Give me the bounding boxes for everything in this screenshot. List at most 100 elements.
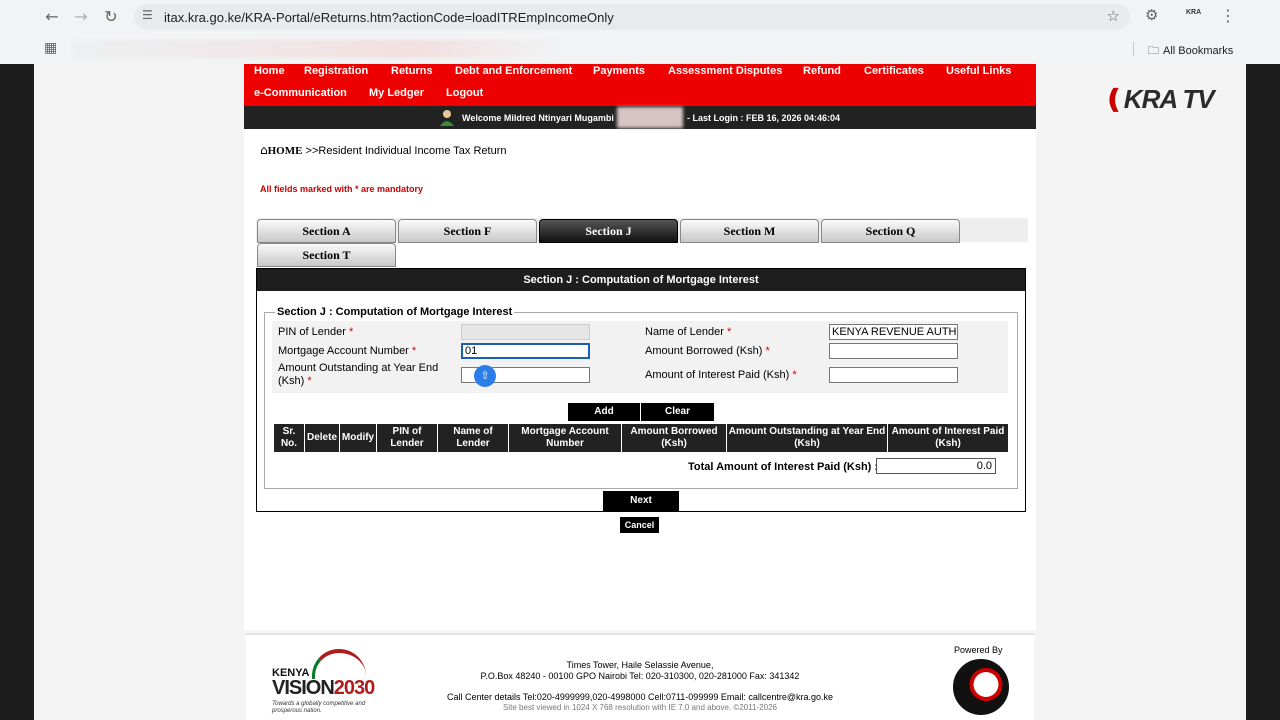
- menu-home[interactable]: Home: [254, 65, 285, 77]
- col-amount-outstanding: Amount Outstanding at Year End (Ksh): [727, 424, 888, 452]
- footer-callcenter: Call Center details Tel:020-4999999,020-…: [446, 692, 834, 702]
- menu-ecommunication[interactable]: e-Communication: [254, 87, 347, 99]
- name-of-lender-label-text: Name of Lender: [645, 326, 724, 338]
- fieldset-legend: Section J : Computation of Mortgage Inte…: [275, 306, 515, 318]
- clear-button[interactable]: Clear: [641, 403, 714, 421]
- section-header: Section J : Computation of Mortgage Inte…: [257, 269, 1025, 291]
- cancel-button[interactable]: Cancel: [620, 517, 659, 533]
- pin-of-lender-label: PIN of Lender *: [278, 326, 353, 338]
- browser-menu-icon[interactable]: ⋮: [1220, 6, 1236, 25]
- interest-paid-field[interactable]: [829, 367, 958, 383]
- total-interest-label: Total Amount of Interest Paid (Ksh) :: [688, 461, 879, 473]
- required-marker: *: [411, 345, 417, 357]
- swoosh-icon: ❪: [1103, 84, 1125, 114]
- breadcrumb-home[interactable]: HOME: [268, 145, 303, 157]
- pin-of-lender-label-text: PIN of Lender: [278, 326, 346, 338]
- next-button[interactable]: Next: [603, 491, 679, 511]
- watermark-text: KRA TV: [1123, 84, 1215, 114]
- col-mortgage-account: Mortgage Account Number: [509, 424, 622, 452]
- col-sr-no: Sr. No.: [274, 424, 305, 452]
- required-marker: *: [307, 375, 312, 387]
- all-bookmarks-link[interactable]: 🗀 All Bookmarks: [1148, 42, 1233, 61]
- redacted-pin: [617, 107, 683, 128]
- site-info-icon[interactable]: ☰: [142, 8, 153, 22]
- col-name-of-lender: Name of Lender: [438, 424, 509, 452]
- interest-paid-label: Amount of Interest Paid (Ksh) *: [645, 369, 797, 381]
- tab-section-q[interactable]: Section Q: [821, 219, 960, 243]
- menu-assessment-disputes[interactable]: Assessment Disputes: [668, 65, 782, 77]
- profile-label: KRA: [1186, 9, 1202, 16]
- profile-avatar[interactable]: KRA: [1186, 9, 1201, 16]
- welcome-bar: Welcome Mildred Ntinyari Mugambi - Last …: [244, 106, 1036, 129]
- welcome-text: Welcome Mildred Ntinyari Mugambi: [462, 113, 614, 123]
- amount-borrowed-field[interactable]: [829, 343, 958, 359]
- back-icon[interactable]: ←: [41, 6, 63, 28]
- name-of-lender-field[interactable]: KENYA REVENUE AUTH: [829, 324, 958, 340]
- all-bookmarks-label: All Bookmarks: [1163, 45, 1234, 57]
- amount-borrowed-label: Amount Borrowed (Ksh) *: [645, 345, 770, 357]
- portal-page: Home Registration Returns Debt and Enfor…: [244, 64, 1036, 630]
- bookmarks-separator: [1133, 42, 1134, 56]
- menu-useful-links[interactable]: Useful Links: [946, 65, 1011, 77]
- name-of-lender-label: Name of Lender *: [645, 326, 731, 338]
- tab-section-m[interactable]: Section M: [680, 219, 819, 243]
- col-modify: Modify: [340, 424, 377, 452]
- folder-icon: 🗀: [1148, 44, 1159, 57]
- tab-section-f[interactable]: Section F: [398, 219, 537, 243]
- extensions-icon[interactable]: ⚙: [1145, 6, 1158, 24]
- menu-returns[interactable]: Returns: [391, 65, 433, 77]
- mortgage-grid-header: Sr. No. Delete Modify PIN of Lender Name…: [274, 424, 1008, 452]
- blurred-bookmarks: [72, 40, 562, 58]
- menu-logout[interactable]: Logout: [446, 87, 483, 99]
- mortgage-account-label-text: Mortgage Account Number: [278, 345, 409, 357]
- url-text: itax.kra.go.ke/KRA-Portal/eReturns.htm?a…: [164, 10, 614, 25]
- mortgage-account-field[interactable]: 01: [461, 343, 590, 359]
- footer-address-2: P.O.Box 48240 - 00100 GPO Nairobi Tel: 0…: [480, 671, 800, 681]
- footer: KENYA VISION2030 Towards a globally comp…: [246, 633, 1034, 720]
- col-delete: Delete: [305, 424, 340, 452]
- home-house-icon[interactable]: ⌂: [260, 143, 268, 157]
- menu-debt-enforcement[interactable]: Debt and Enforcement: [455, 65, 572, 77]
- breadcrumb: ⌂HOME >>Resident Individual Income Tax R…: [260, 143, 507, 157]
- menu-certificates[interactable]: Certificates: [864, 65, 924, 77]
- bookmark-star-icon[interactable]: ☆: [1107, 7, 1120, 25]
- pin-of-lender-field[interactable]: [461, 324, 590, 340]
- section-j-panel: Section J : Computation of Mortgage Inte…: [256, 268, 1026, 512]
- total-interest-field: 0.0: [876, 458, 996, 474]
- menu-refund[interactable]: Refund: [803, 65, 841, 77]
- powered-by-label: Powered By: [954, 645, 1003, 655]
- menu-payments[interactable]: Payments: [593, 65, 645, 77]
- browser-chrome: ← → ↻ ☰ itax.kra.go.ke/KRA-Portal/eRetur…: [0, 0, 1280, 64]
- mortgage-account-label: Mortgage Account Number *: [278, 345, 416, 357]
- tab-section-t[interactable]: Section T: [257, 243, 396, 267]
- right-letterbox: [1246, 64, 1280, 720]
- upload-pointer-icon: ⇧: [474, 365, 496, 387]
- menu-my-ledger[interactable]: My Ledger: [369, 87, 424, 99]
- last-login-text: - Last Login : FEB 16, 2026 04:46:04: [687, 113, 841, 123]
- tab-section-j[interactable]: Section J: [539, 219, 678, 243]
- amount-outstanding-label-text: Amount Outstanding at Year End (Ksh): [278, 362, 439, 387]
- main-menu: Home Registration Returns Debt and Enfor…: [244, 64, 1036, 106]
- kra-tv-logo: ❪KRA TV: [1103, 84, 1215, 115]
- interest-paid-label-text: Amount of Interest Paid (Ksh): [645, 369, 790, 381]
- required-marker: *: [765, 345, 770, 357]
- menu-registration[interactable]: Registration: [304, 65, 368, 77]
- footer-address-1: Times Tower, Haile Selassie Avenue,: [566, 660, 714, 670]
- user-avatar-icon: [440, 110, 454, 126]
- reload-icon[interactable]: ↻: [100, 6, 122, 28]
- add-button[interactable]: Add: [568, 403, 640, 421]
- required-marker: *: [792, 369, 797, 381]
- required-marker: *: [726, 326, 732, 338]
- footer-best-viewed: Site best viewed in 1024 X 768 resolutio…: [503, 703, 777, 712]
- tab-section-a[interactable]: Section A: [257, 219, 396, 243]
- amount-outstanding-label: Amount Outstanding at Year End (Ksh) *: [278, 362, 448, 388]
- required-marker: *: [348, 326, 354, 338]
- left-letterbox: [0, 64, 34, 720]
- address-bar[interactable]: ☰ itax.kra.go.ke/KRA-Portal/eReturns.htm…: [134, 4, 1130, 30]
- amount-borrowed-label-text: Amount Borrowed (Ksh): [645, 345, 763, 357]
- breadcrumb-path: >>Resident Individual Income Tax Return: [305, 145, 507, 157]
- col-interest-paid: Amount of Interest Paid (Ksh): [891, 426, 1005, 449]
- kra-lion-logo-icon: [953, 659, 1009, 715]
- forward-icon[interactable]: →: [70, 6, 92, 28]
- apps-grid-icon[interactable]: ▦: [44, 40, 57, 56]
